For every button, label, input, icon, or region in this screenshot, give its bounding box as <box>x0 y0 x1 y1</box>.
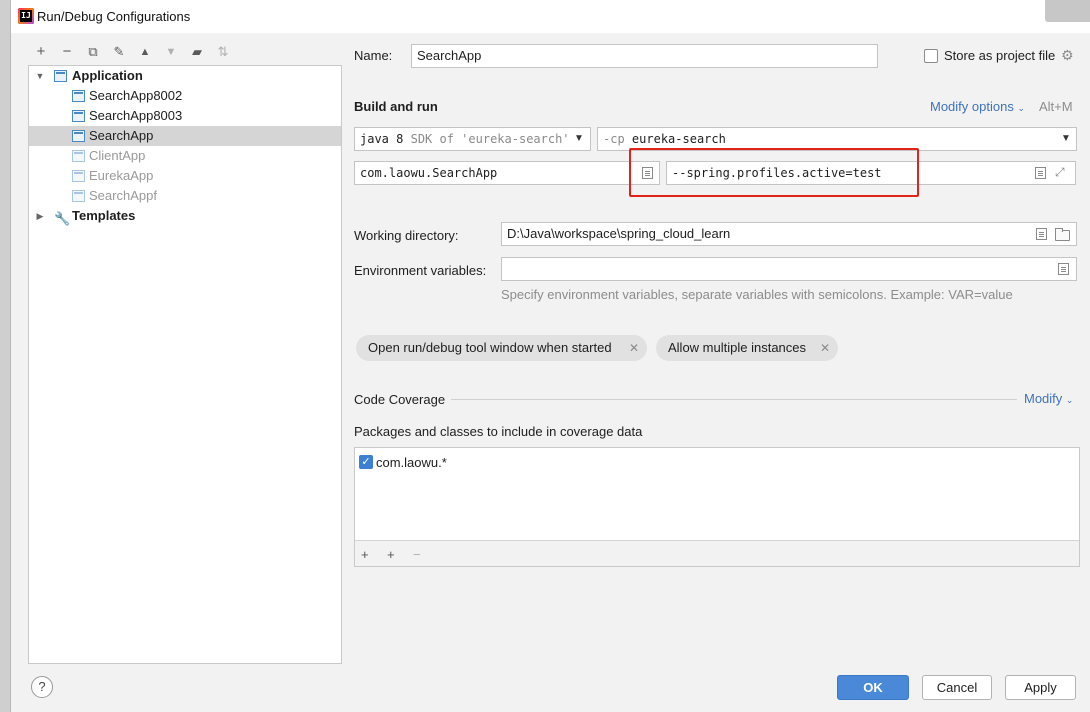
coverage-packages-list[interactable]: ✓ com.laowu.* + + − <box>354 447 1080 567</box>
tree-group-application[interactable]: ▼ Application <box>29 66 341 86</box>
sort-icon[interactable]: ⇅ <box>214 43 232 61</box>
tree-item-searchapp[interactable]: SearchApp <box>29 126 341 146</box>
chevron-down-icon[interactable]: ▼ <box>1061 133 1071 144</box>
remove-icon[interactable]: − <box>58 43 76 61</box>
add-class-icon[interactable]: + <box>361 547 369 562</box>
macros-icon[interactable] <box>1036 228 1047 240</box>
chevron-down-icon: ⌄ <box>1065 395 1074 405</box>
tree-item-searchapp8002[interactable]: SearchApp8002 <box>29 86 341 106</box>
close-icon[interactable]: ✕ <box>820 335 830 361</box>
classpath-value: eureka-search <box>631 132 726 146</box>
section-divider <box>451 399 1017 400</box>
move-up-icon[interactable]: ▲ <box>136 43 154 61</box>
chip-allow-multiple-instances[interactable]: Allow multiple instances ✕ <box>656 335 838 361</box>
jre-hint: SDK of 'eureka-search' <box>410 132 570 146</box>
environment-variables-label: Environment variables: <box>354 263 487 278</box>
modify-options-label: Modify options <box>930 99 1014 114</box>
application-config-icon <box>72 90 85 102</box>
help-button[interactable]: ? <box>31 676 53 698</box>
tree-item-label: SearchApp8002 <box>89 88 183 103</box>
window-title: Run/Debug Configurations <box>37 9 191 24</box>
store-as-project-checkbox[interactable] <box>924 49 938 63</box>
close-window-button[interactable] <box>1045 0 1090 22</box>
chip-label: Open run/debug tool window when started <box>368 340 612 355</box>
highlight-annotation-box <box>629 148 919 197</box>
application-config-icon <box>72 110 85 122</box>
coverage-item-label: com.laowu.* <box>376 455 447 470</box>
tree-item-label: SearchAppf <box>89 188 157 203</box>
wrench-icon: 🔧 <box>54 211 71 226</box>
apply-button[interactable]: Apply <box>1005 675 1076 700</box>
run-debug-dialog: IJ Run/Debug Configurations + − ⧉ ✎ ▲ ▼ … <box>10 0 1090 712</box>
environment-variables-input[interactable] <box>501 257 1077 281</box>
application-config-icon <box>72 130 85 142</box>
store-as-project-label: Store as project file <box>944 48 1056 63</box>
modify-options-shortcut: Alt+M <box>1039 99 1073 114</box>
move-down-icon[interactable]: ▼ <box>162 43 180 61</box>
jre-select[interactable]: java 8 SDK of 'eureka-search' <box>354 127 591 151</box>
classpath-flag: -cp <box>603 132 625 146</box>
name-label: Name: <box>354 48 393 63</box>
coverage-toolbar: + + − <box>355 540 1079 566</box>
tree-item-label: SearchApp8003 <box>89 108 183 123</box>
build-and-run-title: Build and run <box>354 99 438 114</box>
tree-item-label: SearchApp <box>89 128 154 143</box>
tree-item-label: ClientApp <box>89 148 146 163</box>
tree-group-label: Templates <box>72 208 136 223</box>
chevron-down-icon[interactable]: ▼ <box>574 133 584 144</box>
coverage-modify-link[interactable]: Modify ⌄ <box>1024 391 1073 406</box>
new-folder-icon[interactable]: ▰ <box>188 43 206 61</box>
add-icon[interactable]: + <box>32 43 50 61</box>
coverage-item-checkbox[interactable]: ✓ <box>359 455 373 469</box>
coverage-packages-label: Packages and classes to include in cover… <box>354 424 643 439</box>
expand-icon[interactable]: ⤢ <box>1055 165 1065 180</box>
background-window-edge <box>0 0 10 712</box>
cancel-button[interactable]: Cancel <box>922 675 992 700</box>
application-config-icon <box>72 150 85 162</box>
tree-item-searchappf[interactable]: SearchAppf <box>29 186 341 206</box>
chevron-right-icon[interactable]: ▶ <box>35 211 45 221</box>
jre-value: java 8 <box>360 132 404 146</box>
tree-item-clientapp[interactable]: ClientApp <box>29 146 341 166</box>
title-bar: IJ Run/Debug Configurations <box>11 0 1090 33</box>
working-directory-label: Working directory: <box>354 228 459 243</box>
application-config-icon <box>54 70 67 82</box>
add-package-icon[interactable]: + <box>387 547 395 562</box>
code-coverage-title: Code Coverage <box>354 392 446 407</box>
application-config-icon <box>72 190 85 202</box>
configuration-tree[interactable]: ▼ Application SearchApp8002 SearchApp800… <box>28 65 342 664</box>
edit-arguments-icon[interactable] <box>1035 167 1046 179</box>
tree-item-label: EurekaApp <box>89 168 154 183</box>
coverage-modify-label: Modify <box>1024 391 1063 406</box>
name-input[interactable]: SearchApp <box>411 44 878 68</box>
main-class-input[interactable]: com.laowu.SearchApp <box>354 161 660 185</box>
gear-icon[interactable]: ⚙ <box>1061 47 1074 64</box>
tree-group-templates[interactable]: ▶ 🔧 Templates <box>29 206 341 226</box>
modify-options-link[interactable]: Modify options ⌄ <box>930 99 1025 114</box>
tree-item-eurekaapp[interactable]: EurekaApp <box>29 166 341 186</box>
chevron-down-icon[interactable]: ▼ <box>35 71 45 81</box>
application-config-icon <box>72 170 85 182</box>
remove-icon[interactable]: − <box>413 547 421 562</box>
folder-icon[interactable] <box>1055 228 1070 241</box>
copy-icon[interactable]: ⧉ <box>84 43 102 61</box>
ok-button[interactable]: OK <box>837 675 909 700</box>
tree-item-searchapp8003[interactable]: SearchApp8003 <box>29 106 341 126</box>
wrench-icon[interactable]: ✎ <box>110 43 128 61</box>
chip-label: Allow multiple instances <box>668 340 807 355</box>
tree-group-label: Application <box>72 68 143 83</box>
close-icon[interactable]: ✕ <box>629 335 639 361</box>
environment-variables-hint: Specify environment variables, separate … <box>501 287 1013 302</box>
working-directory-input[interactable]: D:\Java\workspace\spring_cloud_learn <box>501 222 1077 246</box>
edit-env-icon[interactable] <box>1058 263 1069 275</box>
chip-open-tool-window[interactable]: Open run/debug tool window when started … <box>356 335 647 361</box>
chevron-down-icon: ⌄ <box>1017 103 1025 113</box>
intellij-app-icon: IJ <box>18 8 34 24</box>
